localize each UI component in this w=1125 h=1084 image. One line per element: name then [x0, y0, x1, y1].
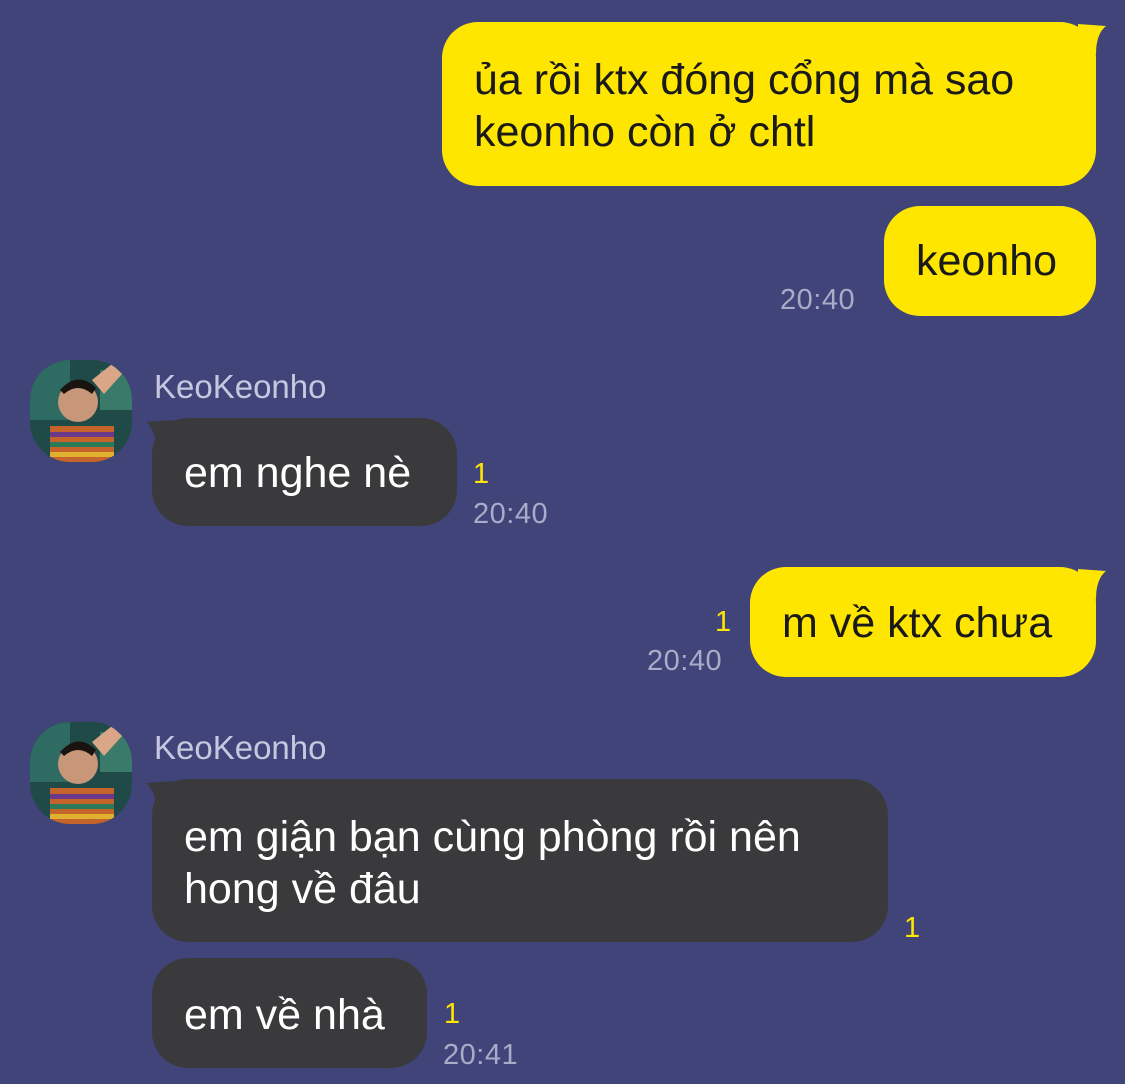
- read-count: 1: [444, 998, 461, 1030]
- incoming-message-bubble[interactable]: em về nhà: [152, 958, 427, 1068]
- message-text: keonho: [916, 237, 1058, 285]
- message-text: em về nhà: [184, 991, 385, 1039]
- bubble-tail-icon: [1078, 24, 1106, 54]
- sender-name: KeoKeonho: [154, 729, 327, 766]
- contact-avatar[interactable]: [30, 722, 132, 824]
- outgoing-message-bubble[interactable]: m về ktx chưa: [750, 567, 1096, 677]
- message-timestamp: 20:40: [780, 284, 856, 316]
- bubble-tail-icon: [1078, 569, 1106, 599]
- message-text: em nghe nè: [184, 449, 412, 497]
- message-text: em giận bạn cùng phòng rồi nên hong về đ…: [184, 813, 801, 913]
- message-timestamp: 20:41: [443, 1039, 519, 1071]
- message-timestamp: 20:40: [473, 498, 549, 530]
- outgoing-message-bubble[interactable]: keonho: [884, 206, 1096, 316]
- incoming-message-bubble[interactable]: em nghe nè: [152, 418, 457, 526]
- message-timestamp: 20:40: [647, 645, 723, 677]
- bubble-tail-icon: [146, 420, 174, 450]
- read-count: 1: [715, 606, 732, 638]
- contact-avatar[interactable]: [30, 360, 132, 462]
- bubble-tail-icon: [146, 781, 174, 811]
- read-count: 1: [904, 912, 921, 944]
- message-text: m về ktx chưa: [782, 599, 1053, 647]
- outgoing-message-bubble[interactable]: ủa rồi ktx đóng cổng mà sao keonho còn ở…: [442, 22, 1096, 186]
- read-count: 1: [473, 458, 490, 490]
- incoming-message-bubble[interactable]: em giận bạn cùng phòng rồi nên hong về đ…: [152, 779, 888, 942]
- sender-name: KeoKeonho: [154, 368, 327, 405]
- message-text: ủa rồi ktx đóng cổng mà sao keonho còn ở…: [474, 56, 1015, 156]
